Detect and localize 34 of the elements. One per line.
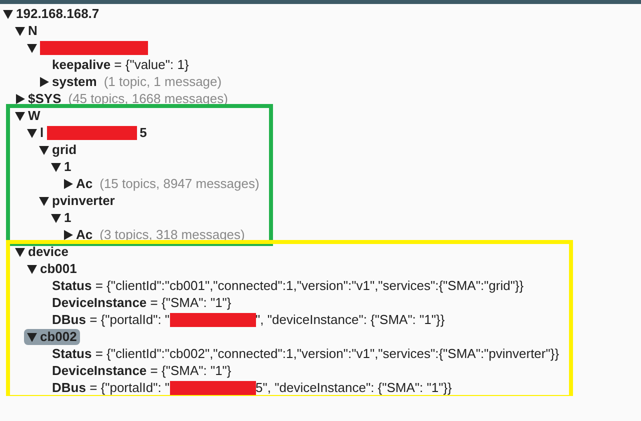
topic-count: (1 topic, 1 message)	[104, 74, 222, 89]
collapsed-triangle-icon[interactable]	[15, 94, 25, 104]
topic-value[interactable]: DBus = {"portalId": "	[52, 380, 170, 395]
tree-node[interactable]: Ac	[60, 176, 96, 192]
topic-count: (3 topics, 318 messages)	[100, 227, 245, 242]
tree-node[interactable]: 1	[48, 158, 74, 174]
tree-node[interactable]: N	[12, 22, 40, 38]
tree-node[interactable]	[24, 40, 151, 56]
topic-value-tail: 5", "deviceInstance": {"SMA": "1"}}	[256, 380, 452, 395]
tree-node[interactable]: device	[12, 244, 72, 260]
topic-value[interactable]: DeviceInstance = {"SMA": "1"}	[52, 295, 232, 310]
topic-value[interactable]: keepalive = {"value": 1}	[52, 57, 189, 72]
tree-node[interactable]: system	[36, 74, 100, 90]
tree-node[interactable]: grid	[36, 142, 80, 158]
topic-value-tail: ", "deviceInstance": {"SMA": "1"}}	[256, 312, 445, 327]
topic-value[interactable]: DeviceInstance = {"SMA": "1"}	[52, 363, 232, 378]
tree-node[interactable]: cb002	[24, 328, 80, 344]
tree-node[interactable]: $SYS	[12, 90, 64, 106]
topic-value[interactable]: Status = {"clientId":"cb001","connected":1,"version":"v1","services":{"SMA":"grid"}}	[52, 278, 524, 293]
topic-value[interactable]: DBus = {"portalId": "	[52, 312, 170, 327]
topic-count: (15 topics, 8947 messages)	[100, 176, 260, 191]
collapsed-triangle-icon[interactable]	[63, 178, 73, 188]
topic-value[interactable]: Status = {"clientId":"cb002","connected":1,"version":"v1","services":{"SMA":"pvinverter"}}	[52, 346, 560, 361]
tree-node[interactable]: W	[12, 108, 44, 124]
tree-node[interactable]: l 5	[24, 124, 150, 140]
tree-node[interactable]: Ac	[60, 226, 96, 242]
collapsed-triangle-icon[interactable]	[39, 76, 49, 86]
topic-count: (45 topics, 1668 messages)	[68, 91, 228, 106]
tree-node[interactable]: pvinverter	[36, 192, 118, 208]
tree-node[interactable]: 1	[48, 210, 74, 226]
tree-node[interactable]: 192.168.168.7	[0, 6, 102, 22]
expanded-triangle-icon[interactable]	[27, 332, 37, 342]
collapsed-triangle-icon[interactable]	[63, 230, 73, 240]
tree-node[interactable]: cb001	[24, 260, 80, 276]
